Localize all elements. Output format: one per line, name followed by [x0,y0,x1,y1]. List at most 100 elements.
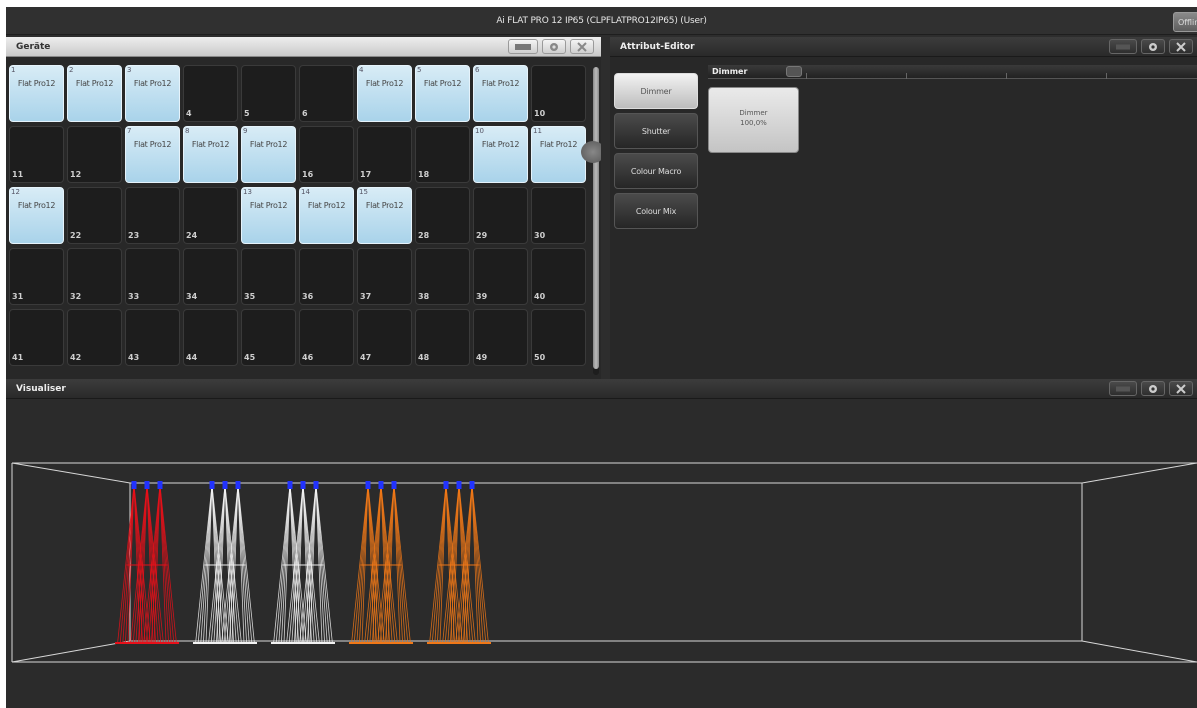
fixture-lamp[interactable] [378,481,384,489]
minimize-button[interactable] [508,39,538,54]
visualiser-stage[interactable] [6,399,1197,708]
settings-button[interactable] [1141,381,1165,396]
fixture-lamp[interactable] [157,481,163,489]
empty-cell[interactable]: 36 [299,248,354,305]
offline-button[interactable]: Offline [1173,12,1197,32]
fixture-lamp[interactable] [313,481,319,489]
cell-number: 7 [127,127,132,135]
empty-cell[interactable]: 47 [357,309,412,366]
fixture-cell[interactable]: 1 Flat Pro12 [9,65,64,122]
fixture-cell[interactable]: 13 Flat Pro12 [241,187,296,244]
fixture-lamp[interactable] [144,481,150,489]
fixture-cell[interactable]: 7 Flat Pro12 [125,126,180,183]
fixture-cell[interactable]: 9 Flat Pro12 [241,126,296,183]
attr-button-dimmer[interactable]: Dimmer [614,73,698,109]
fixture-lamp[interactable] [131,481,137,489]
empty-cell[interactable]: 34 [183,248,238,305]
fixture-lamp[interactable] [365,481,371,489]
fixture-label: Flat Pro12 [481,79,520,88]
fixture-cell[interactable]: 2 Flat Pro12 [67,65,122,122]
fixture-lamp[interactable] [287,481,293,489]
empty-cell[interactable]: 29 [473,187,528,244]
minimize-button[interactable] [1109,381,1137,396]
empty-cell[interactable]: 48 [415,309,470,366]
fixture-lamp[interactable] [300,481,306,489]
empty-cell[interactable]: 5 [241,65,296,122]
empty-cell[interactable]: 38 [415,248,470,305]
splitter-handle[interactable] [581,141,601,163]
empty-cell[interactable]: 24 [183,187,238,244]
empty-cell[interactable]: 33 [125,248,180,305]
empty-cell[interactable]: 17 [357,126,412,183]
fixture-cell[interactable]: 10 Flat Pro12 [473,126,528,183]
attr-button-colour-macro[interactable]: Colour Macro [614,153,698,189]
cell-number: 28 [418,231,430,240]
fixture-lamp[interactable] [235,481,241,489]
fixture-lamp[interactable] [456,481,462,489]
attribute-editor-window: Attribut-Editor Dimmer Shutter Colour Ma… [610,37,1197,379]
fixture-cell[interactable]: 4 Flat Pro12 [357,65,412,122]
fixture-cell[interactable]: 14 Flat Pro12 [299,187,354,244]
fixture-lamp[interactable] [391,481,397,489]
fixture-cell[interactable]: 6 Flat Pro12 [473,65,528,122]
fixture-lamp[interactable] [443,481,449,489]
empty-cell[interactable]: 4 [183,65,238,122]
close-button[interactable] [1169,381,1193,396]
empty-cell[interactable]: 35 [241,248,296,305]
empty-cell[interactable]: 43 [125,309,180,366]
fixture-label: Flat Pro12 [191,140,230,149]
empty-cell[interactable]: 37 [357,248,412,305]
fixture-lamp[interactable] [222,481,228,489]
attr-button-colour-mix[interactable]: Colour Mix [614,193,698,229]
empty-cell[interactable]: 22 [67,187,122,244]
empty-cell[interactable]: 30 [531,187,586,244]
empty-cell[interactable]: 28 [415,187,470,244]
empty-cell[interactable]: 42 [67,309,122,366]
fixture-lamp[interactable] [469,481,475,489]
dimmer-attribute-bar: Dimmer [708,65,1197,79]
empty-cell[interactable]: 44 [183,309,238,366]
empty-cell[interactable]: 50 [531,309,586,366]
settings-button[interactable] [1141,39,1165,54]
cell-number: 22 [70,231,82,240]
settings-button[interactable] [542,39,566,54]
empty-cell[interactable]: 12 [67,126,122,183]
fixture-cell[interactable]: 8 Flat Pro12 [183,126,238,183]
empty-cell[interactable]: 11 [9,126,64,183]
cell-number: 46 [302,353,314,362]
fixture-cell[interactable]: 15 Flat Pro12 [357,187,412,244]
empty-cell[interactable]: 6 [299,65,354,122]
fixture-label: Flat Pro12 [133,140,172,149]
close-button[interactable] [1169,39,1193,54]
fixture-grid-scrollbar[interactable] [593,67,599,375]
empty-cell[interactable]: 40 [531,248,586,305]
fixture-cell[interactable]: 3 Flat Pro12 [125,65,180,122]
empty-cell[interactable]: 46 [299,309,354,366]
empty-cell[interactable]: 18 [415,126,470,183]
fixture-cell[interactable]: 12 Flat Pro12 [9,187,64,244]
empty-cell[interactable]: 10 [531,65,586,122]
close-button[interactable] [570,39,594,54]
empty-cell[interactable]: 31 [9,248,64,305]
fixture-cell[interactable]: 11 Flat Pro12 [531,126,586,183]
attr-button-shutter[interactable]: Shutter [614,113,698,149]
fixture-lamp[interactable] [209,481,215,489]
cell-number: 5 [244,109,250,118]
empty-cell[interactable]: 23 [125,187,180,244]
empty-cell[interactable]: 32 [67,248,122,305]
empty-cell[interactable]: 39 [473,248,528,305]
minimize-button[interactable] [1109,39,1137,54]
scrollbar-thumb[interactable] [593,67,599,369]
cell-number: 6 [475,66,480,74]
empty-cell[interactable]: 41 [9,309,64,366]
dimmer-bar-toggle[interactable] [786,66,802,77]
empty-cell[interactable]: 49 [473,309,528,366]
cell-number: 11 [12,170,24,179]
dimmer-value-tile[interactable]: Dimmer 100,0% [708,87,799,153]
cell-number: 1 [11,66,16,74]
fixture-cell[interactable]: 5 Flat Pro12 [415,65,470,122]
empty-cell[interactable]: 45 [241,309,296,366]
empty-cell[interactable]: 16 [299,126,354,183]
beam-group [271,481,335,644]
minimize-icon [1116,386,1130,391]
